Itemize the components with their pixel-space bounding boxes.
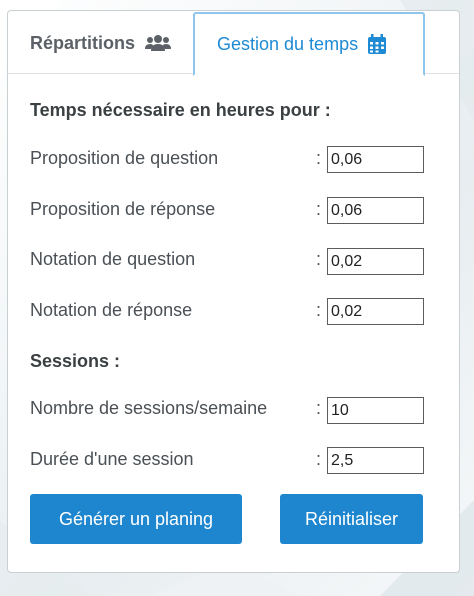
tab-gestion-label: Gestion du temps xyxy=(217,33,359,54)
reset-button[interactable]: Réinitialiser xyxy=(280,494,423,544)
calendar-icon xyxy=(368,34,387,54)
sessions-per-week-input[interactable] xyxy=(327,397,424,424)
colon: : xyxy=(316,300,322,320)
colon: : xyxy=(316,199,322,219)
tab-bar: Répartitions Gestion du temps xyxy=(8,11,459,76)
notation-question-input[interactable] xyxy=(327,248,424,275)
colon: : xyxy=(316,449,322,469)
users-icon xyxy=(145,34,172,52)
generate-planning-button[interactable]: Générer un planing xyxy=(30,494,242,544)
tab-gestion-du-temps[interactable]: Gestion du temps xyxy=(193,12,425,76)
tab-repartitions-label: Répartitions xyxy=(30,32,136,53)
label-proposition-reponse: Proposition de réponse xyxy=(30,199,216,219)
label-sessions-par-semaine: Nombre de sessions/semaine xyxy=(30,398,268,418)
colon: : xyxy=(316,148,322,168)
colon: : xyxy=(316,398,322,418)
proposition-question-input[interactable] xyxy=(327,146,424,173)
label-notation-question: Notation de question xyxy=(30,249,196,269)
colon: : xyxy=(316,249,322,269)
tab-repartitions[interactable]: Répartitions xyxy=(8,11,192,75)
notation-reponse-input[interactable] xyxy=(327,298,424,325)
label-proposition-question: Proposition de question xyxy=(30,148,219,168)
sessions-section-heading: Sessions : xyxy=(30,351,121,371)
proposition-reponse-input[interactable] xyxy=(327,197,424,224)
label-notation-reponse: Notation de réponse xyxy=(30,300,193,320)
session-duration-input[interactable] xyxy=(327,447,424,474)
label-duree-session: Durée d'une session xyxy=(30,449,194,469)
settings-panel: Répartitions Gestion du temps Temps néce… xyxy=(7,10,460,573)
time-section-heading: Temps nécessaire en heures pour : xyxy=(30,100,331,120)
